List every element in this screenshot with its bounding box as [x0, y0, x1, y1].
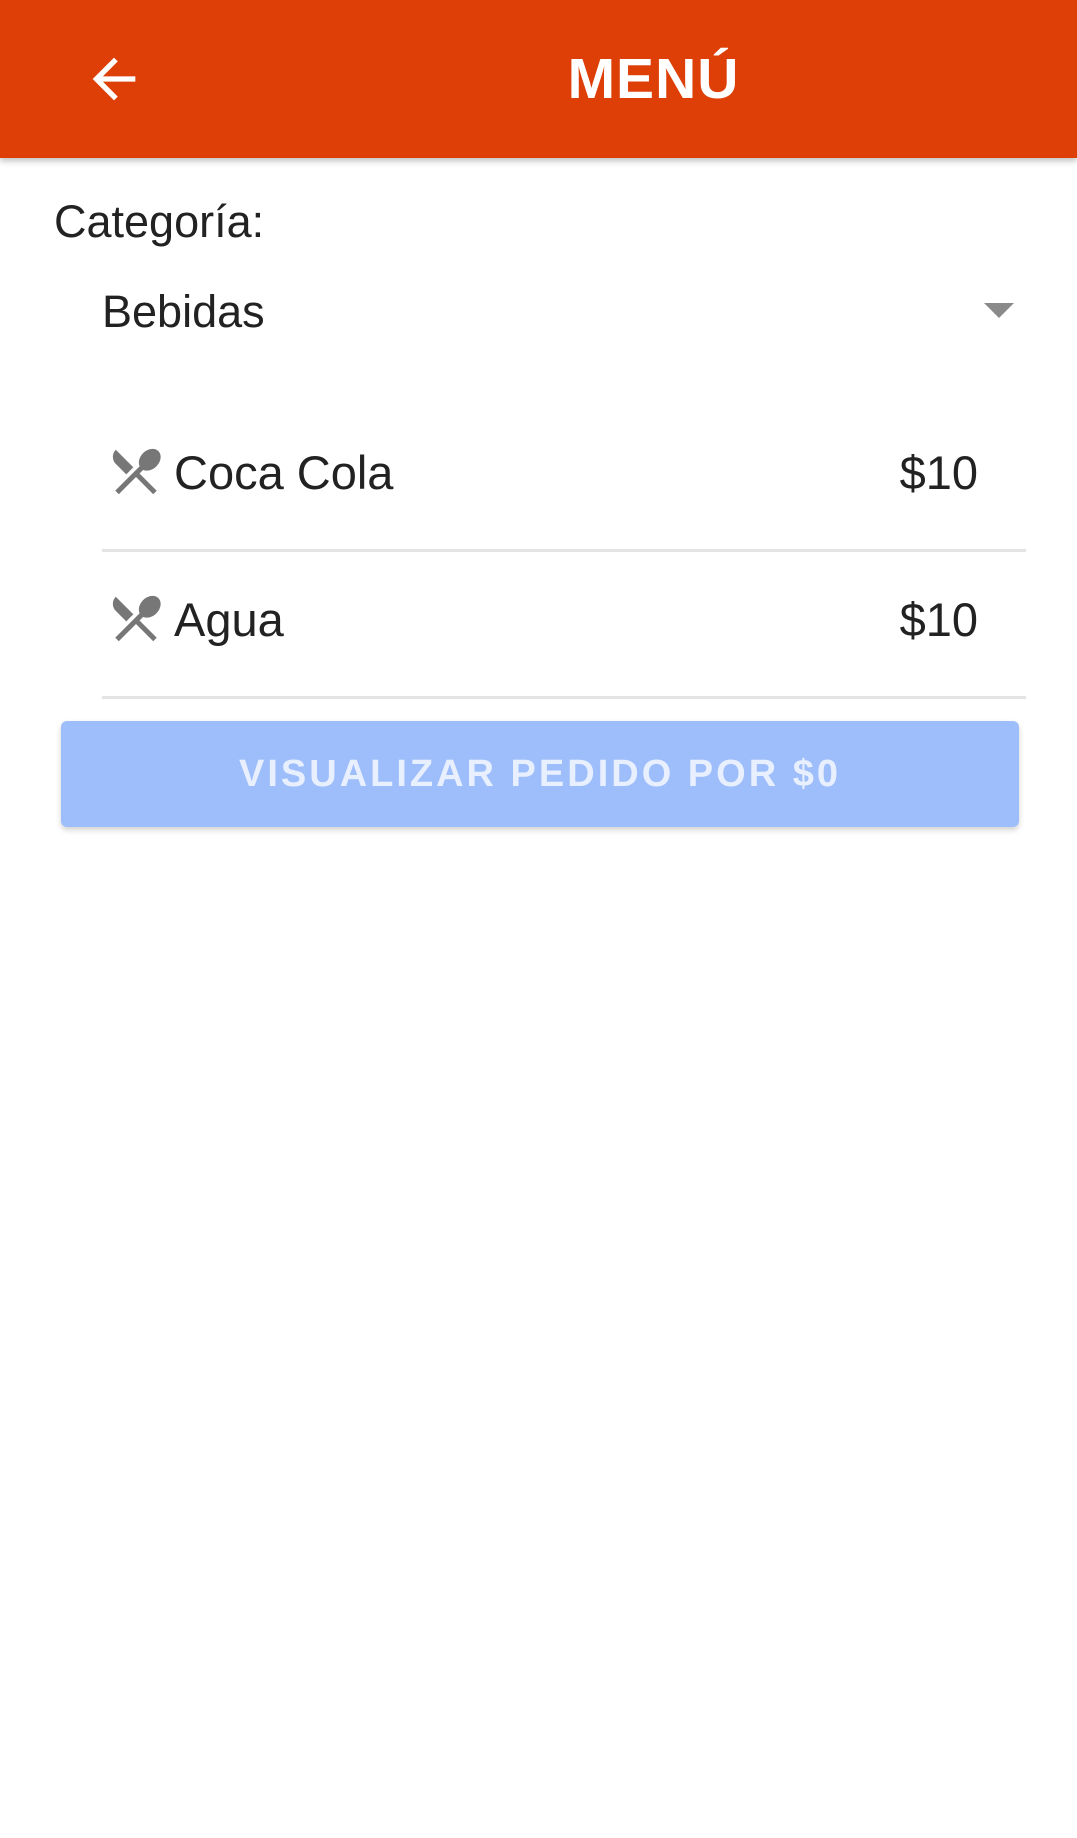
view-order-button[interactable]: VISUALIZAR PEDIDO POR $0 — [61, 721, 1019, 827]
menu-item-coca-cola[interactable]: Coca Cola $10 — [102, 405, 1026, 552]
page-title: MENÚ — [567, 47, 740, 111]
item-price: $10 — [899, 593, 978, 646]
item-name: Coca Cola — [174, 446, 394, 499]
caret-down-icon — [984, 303, 1014, 318]
category-select[interactable]: Bebidas — [102, 270, 1022, 360]
menu-screen: MENÚ Categoría: Bebidas Coca Cola $10 Ag… — [0, 0, 1077, 1838]
utensils-icon — [112, 595, 161, 642]
menu-item-list: Coca Cola $10 Agua $10 — [102, 405, 1026, 699]
menu-item-agua[interactable]: Agua $10 — [102, 552, 1026, 699]
category-selected-value: Bebidas — [102, 286, 265, 337]
item-name: Agua — [174, 593, 284, 646]
utensils-icon — [112, 448, 161, 495]
item-price: $10 — [899, 446, 978, 499]
app-bar: MENÚ — [0, 0, 1077, 158]
category-label: Categoría: — [54, 196, 265, 247]
